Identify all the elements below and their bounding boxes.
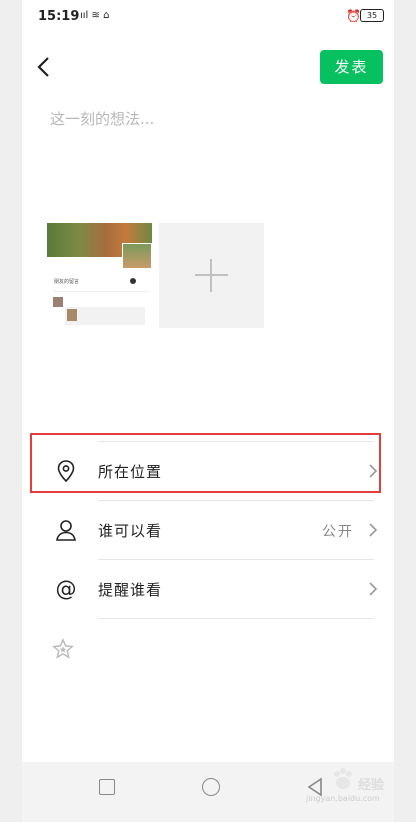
mini-card — [65, 307, 145, 325]
at-sign-icon: @ — [56, 577, 77, 601]
visibility-label: 谁可以看 — [98, 522, 163, 540]
watermark-text: 经验 — [358, 778, 385, 793]
signal-icon: ııl ≋ ⌂ — [80, 10, 110, 21]
alarm-icon: ⏰ — [346, 9, 361, 23]
status-time: 15:19 — [38, 9, 80, 24]
battery-icon: 35 — [360, 9, 384, 22]
star-icon[interactable] — [52, 638, 74, 660]
back-icon[interactable] — [34, 54, 54, 80]
avatar-dot — [130, 278, 136, 284]
highlight-annotation — [30, 433, 381, 493]
recent-apps-icon[interactable] — [99, 779, 115, 795]
home-icon[interactable] — [202, 778, 220, 796]
visibility-value: 公开 — [322, 524, 354, 540]
add-photo-button[interactable] — [159, 223, 264, 328]
chevron-right-icon — [369, 582, 378, 596]
svg-text:@: @ — [56, 577, 77, 601]
status-bar: 15:19 ııl ≋ ⌂ ⏰ 35 — [22, 0, 394, 34]
chevron-right-icon — [369, 523, 378, 537]
thumbnail-caption: 朋友的留言 — [54, 279, 80, 285]
remind-label: 提醒谁看 — [98, 581, 163, 599]
publish-button[interactable]: 发表 — [320, 50, 383, 84]
watermark-url: jingyan.baidu.com — [306, 794, 380, 803]
compose-input[interactable] — [48, 106, 372, 200]
divider — [98, 618, 374, 619]
thumbnail-divider — [53, 291, 149, 292]
visibility-row[interactable]: 谁可以看 公开 — [22, 501, 394, 559]
plus-icon-vertical — [210, 259, 212, 292]
remind-row[interactable]: @ 提醒谁看 — [22, 560, 394, 618]
paw-watermark-icon — [334, 768, 352, 789]
mini-avatar — [53, 297, 63, 307]
photo-inset — [122, 243, 152, 269]
person-icon — [56, 520, 76, 541]
image-thumbnail[interactable]: 朋友的留言 — [47, 223, 152, 328]
mini-card-image — [67, 309, 77, 321]
phone-screen: 15:19 ııl ≋ ⌂ ⏰ 35 发表 朋友的留言 所在位置 — [22, 0, 394, 822]
